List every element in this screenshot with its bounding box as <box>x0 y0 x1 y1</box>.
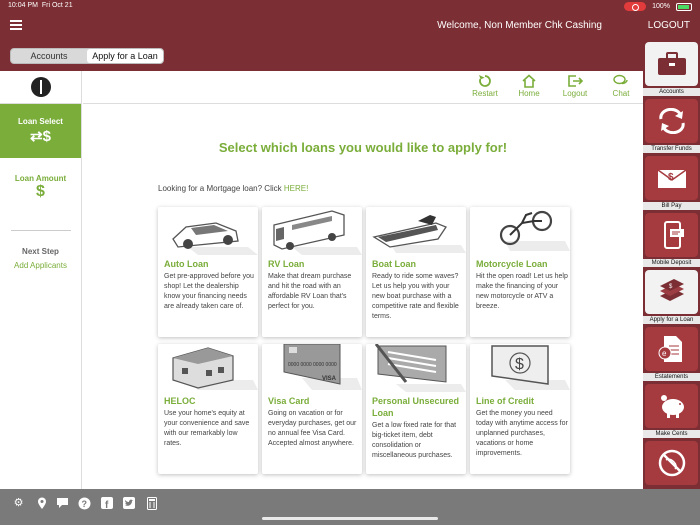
loan-description: Get a low fixed rate for that big-ticket… <box>372 422 457 459</box>
location-pin-icon[interactable] <box>35 497 48 510</box>
next-step-heading: Next Step <box>22 247 59 256</box>
help-question-icon[interactable]: ? <box>78 497 91 510</box>
sidebar-item-accounts[interactable]: Accounts <box>643 40 700 97</box>
welcome-text: Welcome, Non Member Chk Cashing <box>437 20 602 31</box>
credit-card-icon: 0000 0000 0000 0000 VISA <box>283 344 362 390</box>
loan-description: Get the money you need today with anytim… <box>476 410 568 457</box>
status-bar: 10:04 PM Fri Oct 21 100% <box>0 0 700 13</box>
globe-no-icon <box>658 449 685 477</box>
sidebar-item-transfer-funds[interactable]: Transfer Funds <box>643 97 700 154</box>
estatement-document-icon: e <box>658 336 682 362</box>
loan-card-visa[interactable]: 0000 0000 0000 0000 VISA Visa Card Going… <box>262 344 362 474</box>
restart-icon <box>479 75 491 87</box>
loan-title: Visa Card <box>268 396 310 406</box>
boat-icon <box>372 215 466 253</box>
twitter-icon[interactable] <box>122 497 135 510</box>
battery-icon <box>676 2 692 11</box>
home-button[interactable]: Home <box>509 74 549 98</box>
logout-link[interactable]: LOGOUT <box>648 20 690 31</box>
sidebar-item-mobile-deposit[interactable]: Mobile Deposit <box>643 211 700 268</box>
step-panel: Loan Select ⇄$ Loan Amount $ Next Step A… <box>0 71 82 489</box>
svg-text:$: $ <box>668 172 674 183</box>
visa-card-number: 0000 0000 0000 0000 <box>288 362 337 368</box>
status-time-date: 10:04 PM Fri Oct 21 <box>8 2 73 9</box>
loan-description: Ready to ride some waves? Let us help yo… <box>372 273 459 320</box>
step-loan-select[interactable]: Loan Select ⇄$ <box>0 104 81 158</box>
chat-button[interactable]: Chat <box>601 74 641 98</box>
loan-card-motorcycle[interactable]: Motorcycle Loan Hit the open road! Let u… <box>470 207 570 337</box>
tab-bar: Accounts Apply for a Loan <box>0 38 643 71</box>
facebook-icon[interactable]: f <box>100 497 113 511</box>
calculator-icon[interactable] <box>145 497 158 510</box>
sidebar-item-make-cents[interactable]: Make Cents <box>643 382 700 439</box>
loan-title: Boat Loan <box>372 259 416 269</box>
logout-button[interactable]: Logout <box>555 74 595 98</box>
rv-icon <box>273 210 362 255</box>
segmented-tabs: Accounts Apply for a Loan <box>10 48 164 64</box>
logout-icon <box>568 75 583 87</box>
screen-record-icon <box>624 2 647 11</box>
signature-pen-icon <box>374 344 466 392</box>
loan-title: HELOC <box>164 396 196 406</box>
loan-selection-main: Select which loans you would like to app… <box>83 104 643 489</box>
tab-apply-for-loan[interactable]: Apply for a Loan <box>87 49 163 63</box>
restart-button[interactable]: Restart <box>465 74 505 98</box>
loan-title: Line of Credit <box>476 396 534 406</box>
loan-card-auto[interactable]: Auto Loan Get pre-approved before you sh… <box>158 207 258 337</box>
step-loan-amount[interactable]: Loan Amount $ <box>0 158 81 218</box>
piggy-bank-icon <box>660 395 684 418</box>
right-sidebar: Accounts Transfer Funds $ Bill Pay Mobil… <box>643 38 700 489</box>
loan-card-boat[interactable]: Boat Loan Ready to ride some waves? Let … <box>366 207 466 337</box>
phone-check-icon <box>663 221 684 249</box>
loan-card-rv[interactable]: RV Loan Make that dream purchase and hit… <box>262 207 362 337</box>
loan-description: Hit the open road! Let us help make the … <box>476 273 568 310</box>
loan-title: RV Loan <box>268 259 305 269</box>
loan-description: Get pre-approved before you shop! Let th… <box>164 273 254 310</box>
loan-card-personal[interactable]: Personal Unsecured Loan Get a low fixed … <box>366 344 466 474</box>
motorcycle-icon <box>499 210 570 251</box>
add-applicants-link[interactable]: Add Applicants <box>0 261 81 270</box>
loan-title: Motorcycle Loan <box>476 259 548 269</box>
visa-brand-text: VISA <box>322 376 337 382</box>
car-icon <box>172 222 258 255</box>
svg-text:$: $ <box>515 356 524 373</box>
sidebar-item-bill-pay[interactable]: $ Bill Pay <box>643 154 700 211</box>
sidebar-item-more[interactable] <box>643 439 700 496</box>
dollar-bill-icon: $ <box>491 345 570 390</box>
svg-text:?: ? <box>82 499 88 509</box>
home-indicator <box>262 517 438 520</box>
page-title: Select which loans you would like to app… <box>218 140 508 155</box>
loan-card-line-of-credit[interactable]: $ Line of Credit Get the money you need … <box>470 344 570 474</box>
mortgage-prompt: Looking for a Mortgage loan? Click HERE! <box>158 184 309 193</box>
transfer-arrows-icon <box>658 108 685 134</box>
mortgage-here-link[interactable]: HERE! <box>284 184 308 193</box>
dollar-arrows-icon: ⇄$ <box>30 128 51 145</box>
credit-union-logo <box>30 77 51 97</box>
loan-title: Personal Unsecured Loan <box>372 396 460 418</box>
envelope-dollar-icon: $ <box>657 169 686 188</box>
house-icon <box>172 347 258 390</box>
app-header: Welcome, Non Member Chk Cashing LOGOUT <box>0 13 700 38</box>
toolbar: Restart Home Logout Chat <box>83 71 643 104</box>
sidebar-item-estatements[interactable]: e Estatements <box>643 325 700 382</box>
svg-text:e: e <box>662 349 667 358</box>
settings-gear-icon[interactable]: ⚙ <box>12 497 25 510</box>
message-bubble-icon[interactable] <box>56 497 69 510</box>
app-root: 10:04 PM Fri Oct 21 100% Welcome, Non Me… <box>0 0 700 525</box>
briefcase-icon <box>657 52 686 75</box>
dollar-resize-icon: $ <box>36 183 45 200</box>
money-stack-icon: $ <box>659 279 684 301</box>
loan-card-heloc[interactable]: HELOC Use your home's equity at your con… <box>158 344 258 474</box>
loan-description: Going on vacation or for everyday purcha… <box>268 410 357 447</box>
battery-percent: 100% <box>652 3 670 10</box>
sidebar-item-apply-for-loan[interactable]: $ Apply for a Loan <box>643 268 700 325</box>
loan-title: Auto Loan <box>164 259 209 269</box>
tab-accounts[interactable]: Accounts <box>11 49 87 63</box>
loan-description: Use your home's equity at your convenien… <box>164 410 250 447</box>
home-icon <box>522 74 536 88</box>
divider <box>10 230 71 231</box>
menu-icon[interactable] <box>10 20 22 30</box>
chat-icon <box>613 74 628 85</box>
loan-description: Make that dream purchase and hit the roa… <box>268 273 352 310</box>
